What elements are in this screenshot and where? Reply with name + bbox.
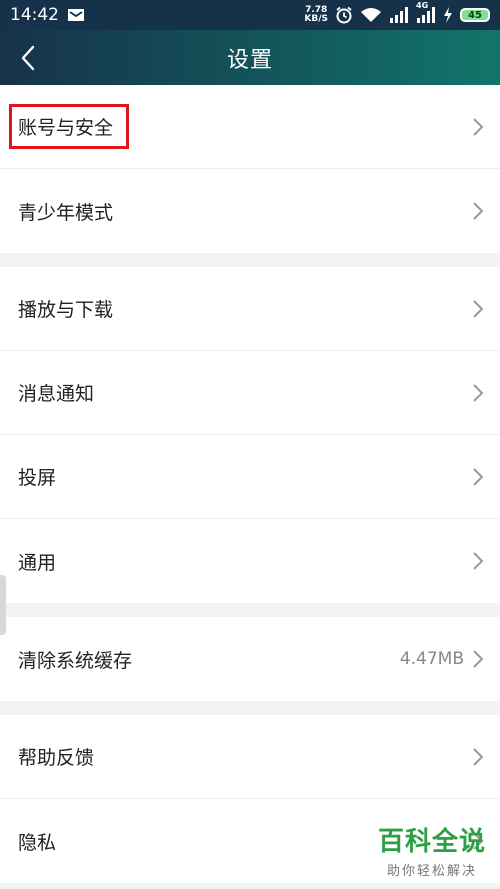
signal-icon bbox=[389, 7, 409, 23]
settings-item-general[interactable]: 通用 bbox=[0, 519, 500, 603]
message-icon bbox=[67, 8, 85, 22]
signal-4g-icon: 4G bbox=[416, 1, 436, 23]
app-header: 设置 bbox=[0, 30, 500, 85]
settings-item-label: 清除系统缓存 bbox=[18, 649, 133, 672]
settings-item-clear-cache[interactable]: 清除系统缓存 4.47MB bbox=[0, 617, 500, 701]
net-speed: 7.78 KB/S bbox=[304, 6, 328, 24]
settings-group-help: 帮助反馈 隐私 bbox=[0, 715, 500, 883]
settings-item-label: 帮助反馈 bbox=[18, 747, 95, 769]
page-title: 设置 bbox=[226, 47, 273, 73]
net-speed-unit: KB/S bbox=[304, 14, 328, 24]
network-type-label: 4G bbox=[416, 1, 429, 10]
alarm-icon bbox=[335, 6, 353, 24]
settings-item-label: 播放与下载 bbox=[18, 299, 114, 321]
settings-item-label: 隐私 bbox=[18, 831, 57, 854]
settings-group-account: 账号与安全 青少年模式 bbox=[0, 85, 500, 253]
status-bar: 14:42 7.78 KB/S 4G 45 bbox=[0, 0, 500, 30]
status-time: 14:42 bbox=[10, 5, 59, 25]
settings-list: 账号与安全 青少年模式 播放与下载 消息通知 投屏 通用 清除系统缓存 4.47… bbox=[0, 85, 500, 883]
settings-item-screen-cast[interactable]: 投屏 bbox=[0, 435, 500, 519]
side-edge-handle[interactable] bbox=[0, 575, 6, 635]
settings-item-help-feedback[interactable]: 帮助反馈 bbox=[0, 715, 500, 799]
settings-item-label: 消息通知 bbox=[18, 383, 95, 405]
battery-icon: 45 bbox=[460, 8, 490, 22]
chevron-right-icon bbox=[472, 747, 486, 767]
settings-item-notifications[interactable]: 消息通知 bbox=[0, 351, 500, 435]
chevron-right-icon bbox=[472, 117, 486, 137]
chevron-right-icon bbox=[472, 551, 486, 571]
settings-item-label: 通用 bbox=[18, 551, 57, 574]
settings-item-teen-mode[interactable]: 青少年模式 bbox=[0, 169, 500, 253]
settings-item-label: 投屏 bbox=[18, 467, 57, 489]
charging-icon bbox=[443, 7, 453, 23]
settings-item-playback-download[interactable]: 播放与下载 bbox=[0, 267, 500, 351]
cache-size-value: 4.47MB bbox=[399, 649, 464, 669]
chevron-right-icon bbox=[472, 201, 486, 221]
section-divider bbox=[0, 701, 500, 715]
wifi-icon bbox=[360, 7, 382, 23]
settings-item-privacy[interactable]: 隐私 bbox=[0, 799, 500, 883]
chevron-right-icon bbox=[472, 383, 486, 403]
settings-item-label: 青少年模式 bbox=[18, 201, 114, 224]
section-divider bbox=[0, 253, 500, 267]
settings-group-general: 播放与下载 消息通知 投屏 通用 bbox=[0, 267, 500, 603]
chevron-right-icon bbox=[472, 649, 486, 669]
chevron-right-icon bbox=[472, 467, 486, 487]
battery-level: 45 bbox=[468, 9, 482, 21]
chevron-right-icon bbox=[472, 831, 486, 851]
settings-item-label: 账号与安全 bbox=[18, 117, 114, 139]
settings-group-cache: 清除系统缓存 4.47MB bbox=[0, 617, 500, 701]
settings-item-account-security[interactable]: 账号与安全 bbox=[0, 85, 500, 169]
chevron-right-icon bbox=[472, 299, 486, 319]
section-divider bbox=[0, 603, 500, 617]
